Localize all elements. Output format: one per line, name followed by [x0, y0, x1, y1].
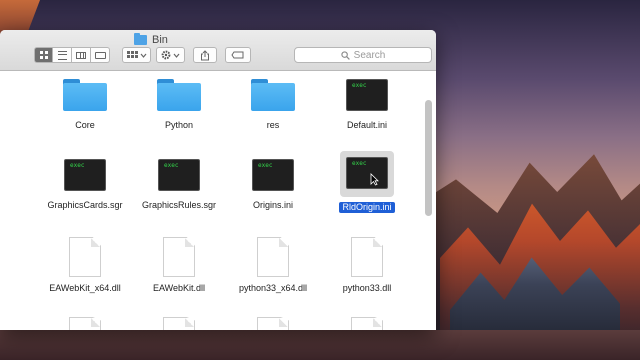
file-item-python[interactable]: Python — [132, 75, 226, 131]
view-mode-segmented-control — [34, 47, 110, 63]
exec-file-icon: exec — [346, 157, 388, 189]
list-view-button[interactable] — [53, 47, 72, 63]
icon-view-button[interactable] — [34, 47, 53, 63]
file-label: GraphicsCards.sgr — [47, 200, 123, 210]
edit-tags-button[interactable] — [225, 47, 251, 63]
file-item-default-ini[interactable]: exec Default.ini — [320, 75, 414, 131]
column-view-button[interactable] — [72, 47, 91, 63]
file-item-partial[interactable] — [132, 315, 226, 330]
icon-view-icon — [39, 51, 48, 59]
file-item-python33-x64-dll[interactable]: python33_x64.dll — [226, 235, 320, 294]
file-item-rldorigin-ini-selected[interactable]: exec RldOrigin.ini — [320, 151, 414, 215]
group-grid-icon — [126, 51, 146, 58]
exec-file-icon: exec — [158, 159, 200, 191]
document-icon — [351, 317, 383, 330]
folder-icon — [157, 79, 201, 111]
file-label: Default.ini — [346, 120, 388, 130]
file-item-origins-ini[interactable]: exec Origins.ini — [226, 155, 320, 211]
folder-icon — [251, 79, 295, 111]
window-title: Bin — [134, 33, 168, 47]
cover-flow-view-button[interactable] — [91, 47, 110, 63]
file-label: Python — [164, 120, 194, 130]
file-label: EAWebKit.dll — [152, 283, 206, 293]
action-menu-button[interactable] — [156, 47, 185, 63]
file-item-partial[interactable] — [226, 315, 320, 330]
document-icon — [69, 317, 101, 330]
exec-file-icon: exec — [252, 159, 294, 191]
column-view-icon — [76, 51, 86, 59]
selected-icon-highlight: exec — [340, 151, 394, 197]
search-placeholder: Search — [353, 49, 386, 61]
wallpaper-lake — [0, 330, 640, 360]
window-titlebar[interactable]: Bin Search — [0, 30, 436, 71]
document-icon — [69, 237, 101, 277]
exec-file-icon: exec — [64, 159, 106, 191]
file-label: python33.dll — [342, 283, 392, 293]
list-view-icon — [57, 50, 67, 60]
file-item-partial[interactable] — [38, 315, 132, 330]
gear-icon — [161, 50, 179, 60]
document-icon — [257, 317, 289, 330]
file-item-graphicsrules-sgr[interactable]: exec GraphicsRules.sgr — [132, 155, 226, 211]
file-item-core[interactable]: Core — [38, 75, 132, 131]
file-label: GraphicsRules.sgr — [141, 200, 217, 210]
document-icon — [163, 317, 195, 330]
share-icon — [201, 49, 209, 60]
document-icon — [163, 237, 195, 277]
file-item-partial[interactable] — [320, 315, 414, 330]
cover-flow-icon — [94, 51, 106, 59]
file-item-python33-dll[interactable]: python33.dll — [320, 235, 414, 294]
file-item-graphicscards-sgr[interactable]: exec GraphicsCards.sgr — [38, 155, 132, 211]
file-label-selected: RldOrigin.ini — [339, 202, 395, 213]
mouse-cursor-icon — [370, 173, 379, 186]
window-title-text: Bin — [152, 34, 168, 46]
document-icon — [351, 237, 383, 277]
file-item-eawebkit-dll[interactable]: EAWebKit.dll — [132, 235, 226, 294]
file-label: res — [266, 120, 280, 130]
file-label: Origins.ini — [252, 200, 293, 210]
share-button[interactable] — [193, 47, 217, 63]
vertical-scrollbar[interactable] — [425, 100, 432, 216]
file-label: Core — [75, 120, 95, 130]
file-label: python33_x64.dll — [238, 283, 308, 293]
search-icon — [341, 50, 350, 60]
exec-file-icon: exec — [346, 79, 388, 111]
file-item-eawebkit-x64-dll[interactable]: EAWebKit_x64.dll — [38, 235, 132, 294]
document-icon — [257, 237, 289, 277]
file-label: EAWebKit_x64.dll — [49, 283, 121, 293]
folder-icon — [134, 33, 147, 45]
tag-icon — [231, 51, 244, 59]
finder-window: Bin Search Core Python res exec Default.… — [0, 30, 436, 330]
search-field[interactable]: Search — [294, 47, 432, 63]
file-item-res[interactable]: res — [226, 75, 320, 131]
folder-icon — [63, 79, 107, 111]
group-by-button[interactable] — [122, 47, 151, 63]
